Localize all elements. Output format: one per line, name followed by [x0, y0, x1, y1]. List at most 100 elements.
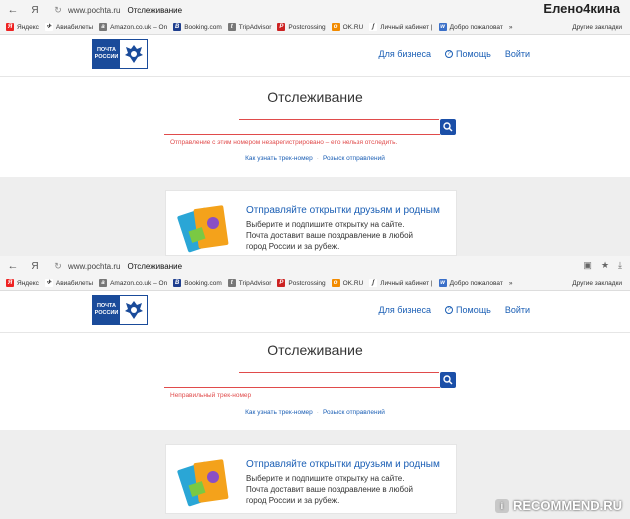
bookmark-avia[interactable]: ✈ Авиабилеты: [44, 23, 93, 31]
recommend-logo-icon: i: [494, 498, 509, 513]
bookmark-postcrossing[interactable]: P Postcrossing: [277, 279, 326, 287]
search-button[interactable]: [440, 119, 456, 135]
refresh-icon[interactable]: ↻: [52, 261, 64, 272]
tripadvisor-icon: t: [227, 279, 236, 287]
other-bookmarks[interactable]: Другие закладки: [572, 280, 622, 287]
bookmark-postcrossing[interactable]: P Postcrossing: [277, 23, 326, 31]
url-text[interactable]: www.pochta.ru: [68, 262, 120, 271]
postcrossing-icon: P: [277, 279, 286, 287]
welcome-icon: w: [438, 23, 447, 31]
promo-text: Выберите и подпишите открытку на сайте. …: [246, 220, 414, 251]
other-bookmarks[interactable]: Другие закладки: [572, 24, 622, 31]
promo-card[interactable]: Отправляйте открытки друзьям и родным Вы…: [165, 444, 457, 514]
refresh-icon[interactable]: ↻: [52, 5, 64, 16]
bookmarks-bar: Я Яндекс ✈ Авиабилеты a Amazon.co.uk – Оn B…: [0, 20, 630, 35]
bookmark-ok[interactable]: o OK.RU: [331, 23, 363, 31]
cabinet-icon: ʃ: [369, 279, 378, 287]
tracking-title: Отслеживание: [267, 89, 363, 105]
star-icon[interactable]: ★: [601, 260, 609, 271]
bookmarks-more[interactable]: »: [509, 24, 513, 31]
site-header: ПОЧТА РОССИИ Для бизнеса ? Помощь Войти: [0, 36, 630, 76]
nav-login[interactable]: Войти: [505, 305, 530, 315]
track-number-input[interactable]: [164, 119, 440, 135]
back-icon[interactable]: ←: [6, 4, 20, 16]
yandex-button[interactable]: Я: [28, 5, 42, 16]
yandex-button[interactable]: Я: [28, 261, 42, 272]
extension-icon[interactable]: ▣: [583, 260, 592, 271]
postcards-illustration: [176, 201, 232, 253]
eagle-emblem-icon: [120, 296, 147, 324]
bookmark-booking[interactable]: B Booking.com: [173, 23, 222, 31]
link-search-shipments[interactable]: Розыск отправлений: [323, 155, 385, 162]
site-header: ПОЧТА РОССИИ Для бизнеса ? Помощь Войти: [0, 292, 630, 332]
promo-text: Выберите и подпишите открытку на сайте. …: [246, 474, 414, 505]
plane-icon: ✈: [44, 279, 53, 287]
search-icon: [443, 375, 453, 385]
download-icon[interactable]: ⤓: [618, 260, 622, 271]
bookmark-cabinet[interactable]: ʃ Личный кабинет |: [369, 279, 433, 287]
bookmark-welcome[interactable]: w Добро пожаловат: [438, 23, 503, 31]
nav-help[interactable]: ? Помощь: [445, 305, 491, 315]
link-how-to-know-track[interactable]: Как узнать трек-номер: [245, 409, 313, 416]
promo-title[interactable]: Отправляйте открытки друзьям и родным: [246, 459, 440, 470]
browser-address-bar: ← Я ↻ www.pochta.ru Отслеживание: [0, 256, 630, 276]
error-message: Неправильный трек-номер: [170, 392, 252, 399]
postcrossing-icon: P: [277, 23, 286, 31]
plane-icon: ✈: [44, 23, 53, 31]
postcards-illustration: [176, 455, 232, 507]
screenshot-bottom: ← Я ↻ www.pochta.ru Отслеживание ▣ ★ ⤓ Я…: [0, 256, 630, 519]
header-nav: Для бизнеса ? Помощь Войти: [379, 49, 530, 59]
bookmark-amazon[interactable]: a Amazon.co.uk – Оn: [99, 279, 167, 287]
bookmark-yandex[interactable]: Я Яндекс: [6, 23, 39, 31]
nav-login[interactable]: Войти: [505, 49, 530, 59]
booking-icon: B: [173, 279, 182, 287]
author-watermark: Елено4кина: [543, 1, 620, 16]
link-how-to-know-track[interactable]: Как узнать трек-номер: [245, 155, 313, 162]
amazon-icon: a: [99, 23, 108, 31]
tracking-title: Отслеживание: [267, 342, 363, 358]
cabinet-icon: ʃ: [369, 23, 378, 31]
recommend-watermark: i RECOMMEND.RU: [494, 498, 622, 513]
bookmark-amazon[interactable]: a Amazon.co.uk – Оn: [99, 23, 167, 31]
bookmark-avia[interactable]: ✈ Авиабилеты: [44, 279, 93, 287]
eagle-emblem-icon: [120, 40, 147, 68]
bookmark-tripadvisor[interactable]: t TripAdvisor: [227, 279, 271, 287]
yandex-icon: Я: [6, 279, 14, 287]
pochta-logo[interactable]: ПОЧТА РОССИИ: [92, 39, 148, 69]
browser-address-bar: ← Я ↻ www.pochta.ru Отслеживание: [0, 0, 630, 20]
bookmark-welcome[interactable]: w Добро пожаловат: [438, 279, 503, 287]
header-divider: [0, 76, 630, 77]
nav-help[interactable]: ? Помощь: [445, 49, 491, 59]
tracking-links: Как узнать трек-номер · Розыск отправлений: [245, 155, 385, 162]
page-title: Отслеживание: [127, 261, 183, 271]
bookmarks-more[interactable]: »: [509, 280, 513, 287]
search-button[interactable]: [440, 372, 456, 388]
help-icon: ?: [445, 306, 454, 314]
back-icon[interactable]: ←: [6, 260, 20, 272]
promo-title[interactable]: Отправляйте открытки друзьям и родным: [246, 205, 440, 216]
header-divider: [0, 332, 630, 333]
nav-business[interactable]: Для бизнеса: [379, 305, 432, 315]
bookmarks-bar: Я Яндекс ✈ Авиабилеты a Amazon.co.uk – Оn B…: [0, 276, 630, 291]
bookmark-booking[interactable]: B Booking.com: [173, 279, 222, 287]
link-search-shipments[interactable]: Розыск отправлений: [323, 409, 385, 416]
search-icon: [443, 122, 453, 132]
nav-business[interactable]: Для бизнеса: [379, 49, 432, 59]
booking-icon: B: [173, 23, 182, 31]
help-icon: ?: [445, 50, 454, 58]
yandex-icon: Я: [6, 23, 14, 31]
url-text[interactable]: www.pochta.ru: [68, 6, 120, 15]
pochta-logo[interactable]: ПОЧТА РОССИИ: [92, 295, 148, 325]
ok-icon: o: [331, 23, 340, 31]
browser-tools: ▣ ★ ⤓: [583, 260, 622, 271]
track-number-input[interactable]: [164, 372, 440, 388]
screenshot-top: ← Я ↻ www.pochta.ru Отслеживание Елено4к…: [0, 0, 630, 256]
bookmark-yandex[interactable]: Я Яндекс: [6, 279, 39, 287]
page-title: Отслеживание: [127, 5, 183, 15]
bookmark-ok[interactable]: o OK.RU: [331, 279, 363, 287]
bookmark-tripadvisor[interactable]: t TripAdvisor: [227, 23, 271, 31]
tracking-links: Как узнать трек-номер · Розыск отправлений: [245, 409, 385, 416]
bookmark-cabinet[interactable]: ʃ Личный кабинет |: [369, 23, 433, 31]
error-message: Отправление с этим номером незарегистрир…: [170, 139, 398, 146]
promo-card[interactable]: Отправляйте открытки друзьям и родным Вы…: [165, 190, 457, 256]
